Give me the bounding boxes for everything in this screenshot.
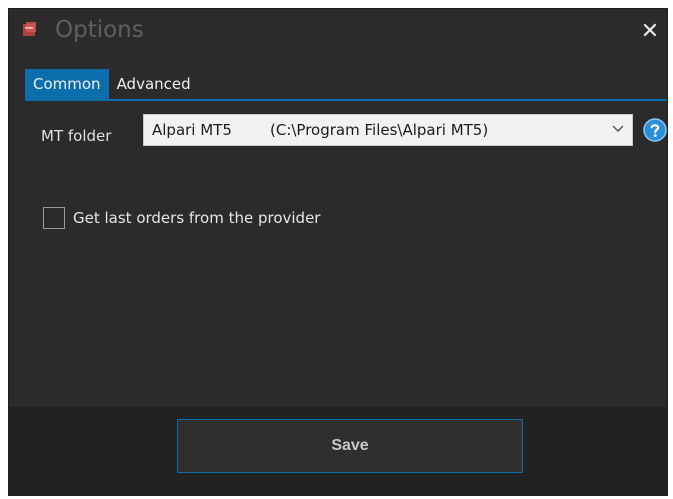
mt-folder-selected-name: Alpari MT5 [152,121,232,139]
title-bar[interactable]: Options ✕ [9,9,667,53]
app-window-icon [23,22,36,36]
get-last-orders-option[interactable]: Get last orders from the provider [43,205,320,231]
common-panel: MT folder Alpari MT5 (C:\Program Files\A… [25,101,667,407]
chevron-down-icon [612,125,624,132]
tab-bar: Common Advanced [25,69,199,99]
save-button[interactable]: Save [177,419,523,473]
get-last-orders-checkbox[interactable] [43,207,65,229]
get-last-orders-label: Get last orders from the provider [73,209,321,227]
tab-common[interactable]: Common [25,69,109,99]
tab-advanced[interactable]: Advanced [109,69,199,99]
options-window: Options ✕ Common Advanced MT folder Alpa… [8,8,668,496]
mt-folder-label: MT folder [41,127,112,145]
mt-folder-selected-path: (C:\Program Files\Alpari MT5) [270,121,489,139]
window-title: Options [55,17,144,43]
help-icon[interactable] [643,118,667,142]
mt-folder-select[interactable]: Alpari MT5 (C:\Program Files\Alpari MT5) [143,114,633,146]
footer-bar: Save [9,407,667,495]
close-button[interactable]: ✕ [635,17,665,45]
